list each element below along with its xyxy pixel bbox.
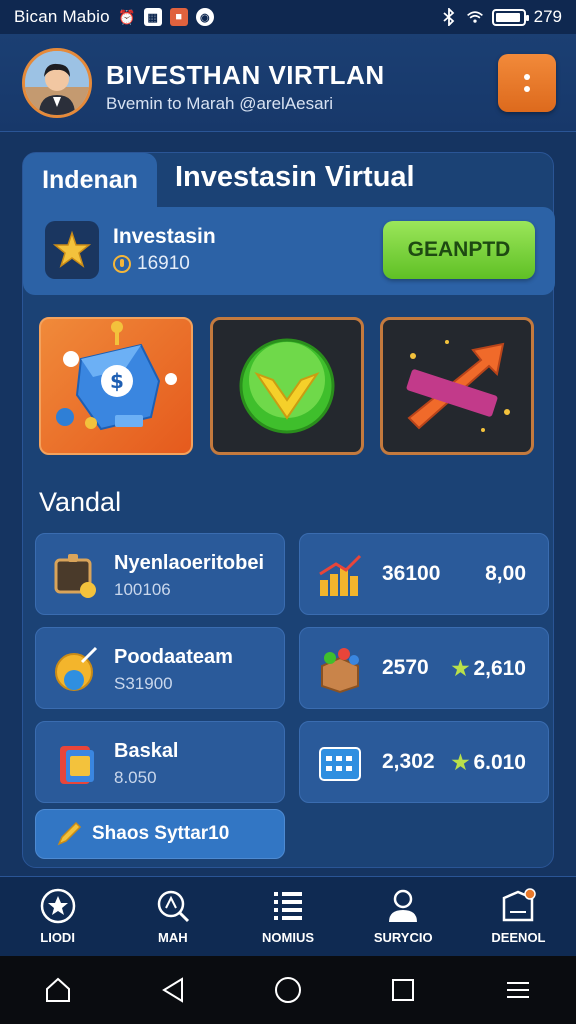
money-box-icon: $ xyxy=(56,321,177,431)
section-heading: Investasin Virtual xyxy=(175,161,415,193)
stat-card[interactable]: 2570 ★ 2,610 xyxy=(299,627,549,709)
stat-primary: 2,302 xyxy=(382,750,435,773)
avatar[interactable] xyxy=(22,48,92,118)
stat-value: 8.050 xyxy=(114,768,157,787)
nav-item-mah[interactable]: MAH xyxy=(115,877,230,956)
status-button-label: Shaos Syttar10 xyxy=(92,823,230,844)
clock: 279 xyxy=(533,7,562,26)
bar-chart-icon xyxy=(319,554,362,596)
nav-item-liodi[interactable]: LIODI xyxy=(0,877,115,956)
document-icon xyxy=(503,888,537,922)
stat-secondary-value: 6.010 xyxy=(473,750,526,774)
main-panel: Indenan Investasin Virtual Investasin 16… xyxy=(22,152,555,868)
bottom-nav: LIODI MAH NOMIUS SURYCIO DEENOL xyxy=(0,876,576,956)
stat-card[interactable]: Baskal 8.050 xyxy=(35,721,285,803)
menu-icon[interactable] xyxy=(503,975,533,1005)
pencil-icon xyxy=(57,821,82,846)
list-icon xyxy=(274,892,302,920)
investment-amount: 16910 xyxy=(137,253,190,274)
stat-name: Poodaateam xyxy=(114,646,233,668)
star-icon: ★ xyxy=(451,658,470,680)
feature-tile-growth[interactable] xyxy=(380,317,534,455)
home-icon[interactable] xyxy=(43,975,73,1005)
investment-card: Investasin 16910 GEANPTD xyxy=(23,207,555,295)
bluetooth-icon xyxy=(440,8,458,26)
nav-label: SURYCIO xyxy=(373,930,433,945)
page-title: BIVESTHAN VIRTLAN xyxy=(106,60,385,90)
nav-item-nomius[interactable]: NOMIUS xyxy=(230,877,345,956)
stat-value: S31900 xyxy=(114,674,173,693)
stat-secondary-value: 8,00 xyxy=(485,562,526,585)
stat-secondary: ★ 6.010 xyxy=(452,750,527,775)
growth-arrow-icon xyxy=(406,340,510,432)
calendar-icon xyxy=(319,747,361,781)
stat-value: 100106 xyxy=(114,580,171,599)
system-nav-bar xyxy=(0,956,576,1024)
stat-card[interactable]: 2,302 ★ 6.010 xyxy=(299,721,549,803)
nav-label: NOMIUS xyxy=(262,930,314,945)
circle-home-icon[interactable] xyxy=(273,975,303,1005)
stat-name: Nyenlaoeritobei xyxy=(114,552,265,574)
alarm-icon: ⏰ xyxy=(118,8,136,25)
back-icon[interactable] xyxy=(158,975,188,1005)
stat-secondary: ★ 2,610 xyxy=(452,656,527,681)
carrier-label: Bican Mabio xyxy=(14,7,110,26)
app-icon: ■ xyxy=(169,8,188,26)
more-vertical-icon[interactable] xyxy=(498,54,556,112)
svg-text:$: $ xyxy=(110,369,124,393)
investment-value: 16910 xyxy=(113,253,190,275)
star-icon: ★ xyxy=(451,752,470,774)
stat-primary: 36100 xyxy=(382,562,441,585)
wifi-icon xyxy=(466,8,484,26)
app-header: BIVESTHAN VIRTLAN Bvemin to Marah @arelA… xyxy=(0,34,576,132)
compass-icon: ◉ xyxy=(195,8,214,26)
nav-label: LIODI xyxy=(40,930,75,945)
nav-label: MAH xyxy=(158,930,188,945)
coin-icon xyxy=(113,255,131,273)
stat-card[interactable]: 36100 8,00 xyxy=(299,533,549,615)
feature-tile-shield[interactable] xyxy=(210,317,364,455)
stat-name: Baskal xyxy=(114,740,179,762)
nav-item-deenol[interactable]: DEENOL xyxy=(461,877,576,956)
status-bar: Bican Mabio ⏰ ▦ ■ ◉ 279 xyxy=(0,0,576,34)
tab-indenan[interactable]: Indenan xyxy=(23,153,157,207)
tab-bar: Indenan Investasin Virtual xyxy=(23,153,555,207)
nav-label: DEENOL xyxy=(491,930,546,945)
box-icon xyxy=(321,648,359,694)
investment-label: Investasin xyxy=(113,225,216,248)
star-badge-icon xyxy=(45,221,99,279)
stat-secondary: 8,00 xyxy=(485,562,526,586)
tablet-icon xyxy=(54,554,96,598)
feature-tile-money[interactable]: $ xyxy=(39,317,193,455)
globe-icon xyxy=(55,646,98,691)
user-icon xyxy=(389,889,418,922)
check-badge-icon xyxy=(239,338,335,434)
stat-primary: 2570 xyxy=(382,656,429,679)
nav-item-surycio[interactable]: SURYCIO xyxy=(346,877,461,956)
battery-icon xyxy=(491,8,529,26)
search-icon xyxy=(157,890,189,923)
stat-card[interactable]: Poodaateam S31900 xyxy=(35,627,285,709)
generate-button[interactable]: GEANPTD xyxy=(383,221,535,279)
cards-icon xyxy=(60,746,94,784)
image-icon: ▦ xyxy=(143,8,162,26)
stat-secondary-value: 2,610 xyxy=(473,656,526,680)
stat-card[interactable]: Nyenlaoeritobei 100106 xyxy=(35,533,285,615)
status-button[interactable]: Shaos Syttar10 xyxy=(35,809,285,859)
section-title: Vandal xyxy=(39,487,122,517)
recents-icon[interactable] xyxy=(388,975,418,1005)
page-subtitle: Bvemin to Marah @arelAesari xyxy=(106,94,334,113)
star-icon xyxy=(40,888,75,924)
